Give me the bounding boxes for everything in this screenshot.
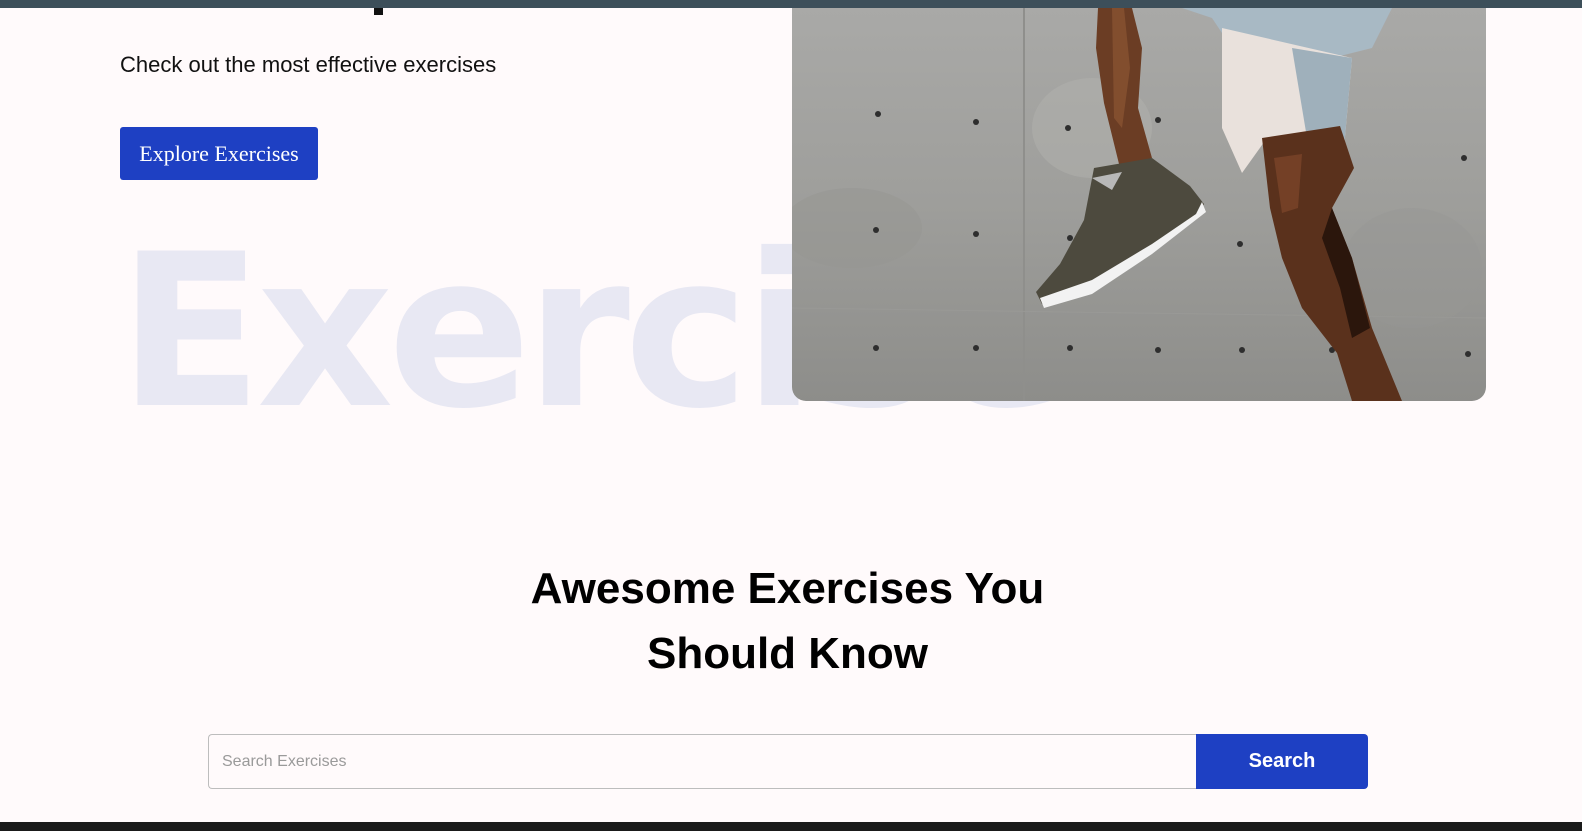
browser-top-bar bbox=[0, 0, 1582, 8]
explore-exercises-button[interactable]: Explore Exercises bbox=[120, 127, 318, 180]
hero-subtitle: Check out the most effective exercises bbox=[120, 52, 497, 77]
search-exercises-input[interactable] bbox=[208, 734, 1197, 789]
section-title-line2: Should Know bbox=[646, 629, 929, 678]
section-title-line1: Awesome Exercises You bbox=[530, 564, 1045, 613]
section-title: Awesome Exercises You Should Know bbox=[0, 556, 1575, 686]
bottom-edge-bar bbox=[0, 822, 1582, 831]
hero-banner-image bbox=[792, 8, 1486, 401]
search-button[interactable]: Search bbox=[1196, 734, 1368, 789]
